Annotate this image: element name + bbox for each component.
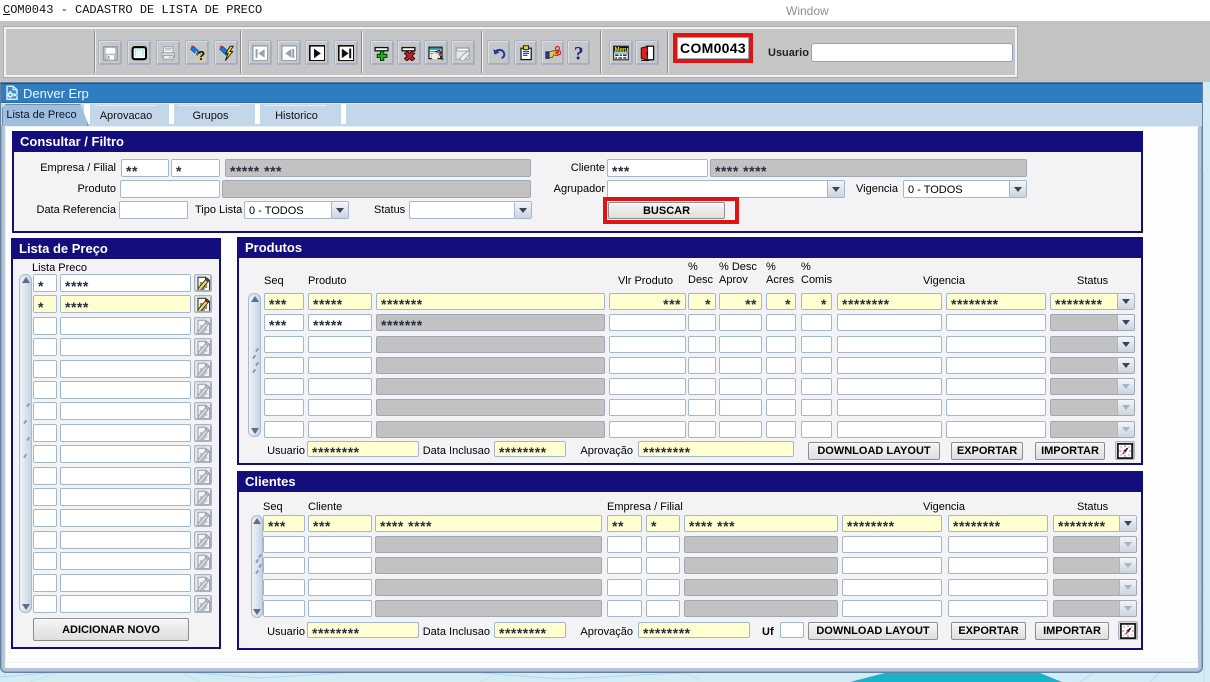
svg-text:?: ?	[197, 48, 205, 61]
svg-text:?: ?	[574, 45, 584, 61]
